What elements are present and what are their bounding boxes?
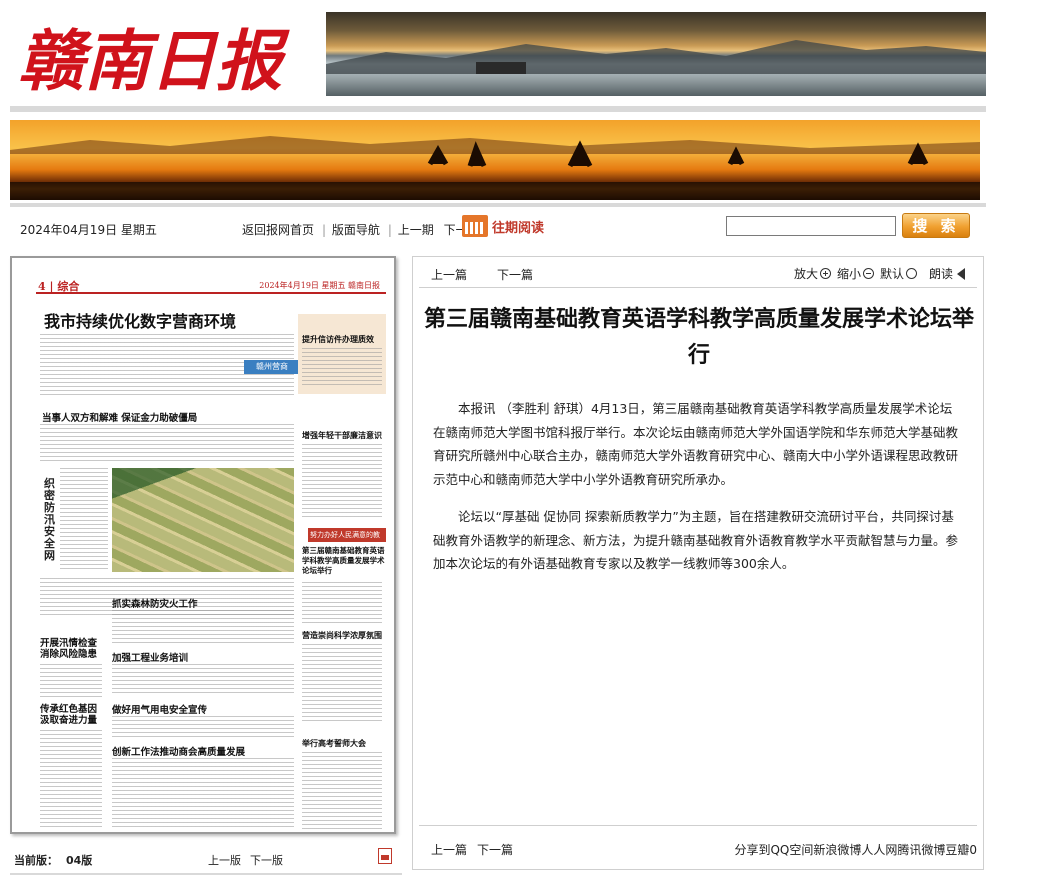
page-headline-item[interactable]: 创新工作法推动商会高质量发展 [112, 744, 245, 758]
footer-divider [10, 873, 402, 875]
zoom-in-button[interactable]: 放大 [794, 265, 818, 282]
article-divider-bottom [419, 825, 977, 826]
page-section-label: 4 | 综合 [38, 280, 80, 293]
newspaper-page-thumbnail[interactable]: 4 | 综合 2024年4月19日 星期五 赣南日报 我市持续优化数字营商环境 … [36, 278, 386, 832]
prev-page-link[interactable]: 上一版 [208, 852, 241, 868]
article-text-block [112, 758, 294, 830]
sunset-silhouette [10, 136, 980, 200]
archive-link[interactable]: 往期阅读 [462, 214, 544, 238]
next-article-link[interactable]: 下一篇 [497, 266, 533, 283]
bottom-prev-article-link[interactable]: 上一篇 [431, 841, 467, 858]
red-banner: 努力办好人民满意的教育 [308, 528, 386, 553]
zoom-in-icon[interactable] [819, 268, 831, 279]
article-paragraph: 论坛以“厚基础 促协同 探索新质教学力”为主题，旨在搭建教研交流研讨平台，共同探… [433, 509, 959, 571]
article-body: 本报讯 （李胜利 舒琪）4月13日，第三届赣南基础教育英语学科教学高质量发展学术… [433, 397, 963, 590]
article-text-block [302, 644, 382, 724]
zoom-out-button[interactable]: 缩小 [837, 265, 861, 282]
header-divider-2 [10, 203, 986, 207]
zoom-out-icon[interactable] [862, 268, 874, 279]
page-headline-item[interactable]: 增强年轻干部廉洁意识 [302, 430, 386, 441]
bottom-next-article-link[interactable]: 下一篇 [477, 841, 513, 858]
article-title: 第三届赣南基础教育英语学科教学高质量发展学术论坛举行 [423, 306, 974, 368]
calendar-icon [462, 215, 488, 237]
article-text-block [40, 424, 294, 464]
speaker-icon[interactable] [957, 267, 965, 280]
reading-tools: 放大 缩小 默认 朗读 [794, 265, 965, 282]
newspaper-logo[interactable]: 赣南日报 [14, 8, 304, 104]
share-bar[interactable]: 分享到QQ空间新浪微博人人网腾讯微博豆瓣0 [734, 841, 977, 858]
page-headline-item[interactable]: 做好用气用电安全宣传 [112, 702, 207, 716]
article-text-block [112, 716, 294, 738]
article-divider [419, 287, 977, 288]
read-aloud-button[interactable]: 朗读 [929, 265, 953, 282]
archive-label: 往期阅读 [492, 220, 545, 236]
aerial-farmland-photo [112, 468, 294, 572]
pdf-download-icon[interactable] [378, 848, 392, 864]
default-size-icon[interactable] [905, 268, 917, 279]
article-toolbar: 上一篇 下一篇 放大 缩小 默认 朗读 [413, 257, 983, 287]
page-headline[interactable]: 我市持续优化数字营商环境 [44, 308, 236, 332]
article-text-block [40, 664, 102, 700]
search-input[interactable] [726, 216, 896, 236]
section-tag: 赣州营商 [244, 360, 300, 374]
page-headline-item[interactable]: 提升信访件办理质效 [302, 334, 386, 345]
article-panel: 上一篇 下一篇 放大 缩小 默认 朗读 第三届赣南基础教育英语学科教学高质量发展… [412, 256, 984, 870]
page-header: 4 | 综合 2024年4月19日 星期五 赣南日报 [36, 278, 386, 294]
toolbar: 2024年04月19日 星期五 返回报网首页| 版面导航| 上一期 下一期 往期… [10, 210, 986, 244]
prev-article-link[interactable]: 上一篇 [431, 266, 467, 283]
next-page-link[interactable]: 下一版 [250, 852, 283, 868]
current-page-value: 04版 [66, 854, 93, 867]
page-headline-item[interactable]: 加强工程业务培训 [112, 650, 188, 664]
article-paragraph: 本报讯 （李胜利 舒琪）4月13日，第三届赣南基础教育英语学科教学高质量发展学术… [433, 401, 959, 487]
nav-prev-issue-link[interactable]: 上一期 [398, 223, 434, 237]
issue-date: 2024年04月19日 星期五 [20, 223, 157, 237]
page-masthead: 2024年4月19日 星期五 赣南日报 [259, 281, 380, 290]
page-headline-item[interactable]: 织密防汛安全网 [44, 478, 56, 562]
search-button[interactable]: 搜 索 [902, 213, 970, 238]
nav-layout-link[interactable]: 版面导航 [332, 223, 380, 237]
page-headline-item[interactable]: 营造崇尚科学浓厚氛围 [302, 630, 386, 641]
article-text-block [112, 610, 294, 646]
header-banner-landscape [326, 12, 986, 96]
mountain-silhouette [326, 40, 986, 74]
page-headline-item[interactable]: 第三届赣南基础教育英语学科教学高质量发展学术论坛举行 [302, 546, 386, 576]
page-headline-item[interactable]: 当事人双方和解难 保证金力助破僵局 [42, 410, 197, 424]
article-text-block [112, 664, 294, 696]
top-nav: 返回报网首页| 版面导航| 上一期 下一期 [242, 221, 486, 238]
header-banner-sunset [10, 120, 980, 200]
article-text-block [302, 444, 382, 520]
article-text-block [60, 468, 108, 572]
article-text-block [40, 730, 102, 830]
newspaper-page-panel: 4 | 综合 2024年4月19日 星期五 赣南日报 我市持续优化数字营商环境 … [10, 256, 396, 834]
article-text-block [302, 582, 382, 626]
default-size-button[interactable]: 默认 [880, 265, 904, 282]
header-divider [10, 106, 986, 112]
page-headline-item[interactable]: 举行高考誓师大会 [302, 738, 386, 749]
nav-home-link[interactable]: 返回报网首页 [242, 223, 314, 237]
logo-text: 赣南日报 [18, 22, 290, 100]
page-headline-item[interactable]: 抓实森林防灾火工作 [112, 596, 198, 610]
article-text-block [302, 752, 382, 830]
current-page-label: 当前版： [14, 854, 58, 867]
nav-separator: | [387, 223, 392, 237]
page-headline-item[interactable]: 传承红色基因 汲取奋进力量 [40, 704, 102, 726]
article-text-block [302, 348, 382, 388]
page-footer: 当前版： 04版 上一版 下一版 [10, 846, 396, 870]
nav-separator: | [322, 223, 327, 237]
page-headline-item[interactable]: 开展汛情检查 消除风险隐患 [40, 638, 102, 660]
